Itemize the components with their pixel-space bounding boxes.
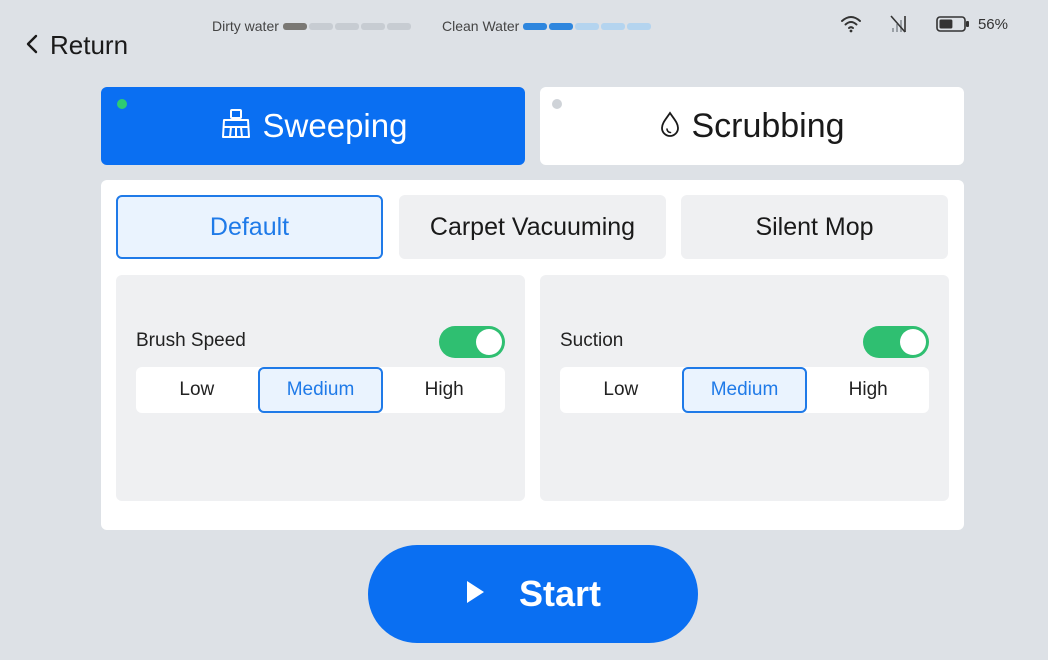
level-segment (549, 22, 574, 30)
return-label: Return (50, 30, 129, 60)
wifi-icon (840, 15, 862, 33)
suction-toggle[interactable] (863, 326, 929, 358)
brush-speed-medium[interactable]: Medium (257, 367, 384, 413)
preset-default[interactable]: Default (116, 195, 383, 259)
level-segment (386, 22, 411, 30)
level-segment (523, 22, 548, 30)
dirty-water-level-bar (282, 22, 411, 30)
tab-sweeping[interactable]: Sweeping (101, 87, 525, 165)
suction-high[interactable]: High (807, 367, 929, 413)
suction-selector: Low Medium High (560, 367, 929, 413)
brush-speed-card: Brush Speed Low Medium High (116, 275, 525, 501)
level-segment (282, 22, 307, 30)
level-segment (601, 22, 626, 30)
chevron-left-icon (24, 30, 40, 61)
tab-scrubbing-label: Scrubbing (691, 106, 845, 145)
start-button[interactable]: Start (368, 545, 698, 643)
suction-low[interactable]: Low (560, 367, 682, 413)
tab-scrubbing[interactable]: Scrubbing (540, 87, 964, 165)
brush-speed-title: Brush Speed (136, 330, 246, 351)
start-label: Start (518, 573, 602, 614)
dirty-water-label: Dirty water (212, 18, 279, 34)
return-button[interactable]: Return (24, 30, 128, 61)
system-status-icons: 56% (840, 14, 1008, 34)
active-indicator-dot (117, 99, 127, 109)
level-segment (575, 22, 600, 30)
battery-icon (936, 16, 970, 32)
brush-speed-selector: Low Medium High (136, 367, 505, 413)
level-segment (627, 22, 652, 30)
battery-percentage: 56% (977, 15, 1008, 33)
preset-silent-mop[interactable]: Silent Mop (681, 195, 948, 259)
inactive-indicator-dot (552, 99, 562, 109)
level-segment (308, 22, 333, 30)
brush-speed-toggle[interactable] (439, 326, 505, 358)
suction-card: Suction Low Medium High (540, 275, 949, 501)
water-drop-icon (659, 110, 681, 143)
toggle-knob (476, 329, 502, 355)
tab-sweeping-label: Sweeping (262, 107, 408, 144)
settings-panel: Default Carpet Vacuuming Silent Mop Brus… (101, 180, 964, 530)
toggle-knob (900, 329, 926, 355)
clean-water-level-bar (523, 22, 652, 30)
suction-medium[interactable]: Medium (681, 367, 808, 413)
broom-icon (219, 107, 253, 146)
brush-speed-low[interactable]: Low (136, 367, 258, 413)
clean-water-label: Clean Water (442, 18, 520, 34)
no-signal-icon (888, 14, 910, 34)
play-icon (465, 580, 485, 609)
clean-water-indicator: Clean Water (442, 18, 652, 34)
brush-speed-high[interactable]: High (383, 367, 505, 413)
preset-carpet-vacuuming[interactable]: Carpet Vacuuming (399, 195, 666, 259)
level-segment (360, 22, 385, 30)
suction-title: Suction (560, 330, 624, 351)
level-segment (334, 22, 359, 30)
battery-status: 56% (936, 16, 1008, 33)
dirty-water-indicator: Dirty water (212, 18, 411, 34)
